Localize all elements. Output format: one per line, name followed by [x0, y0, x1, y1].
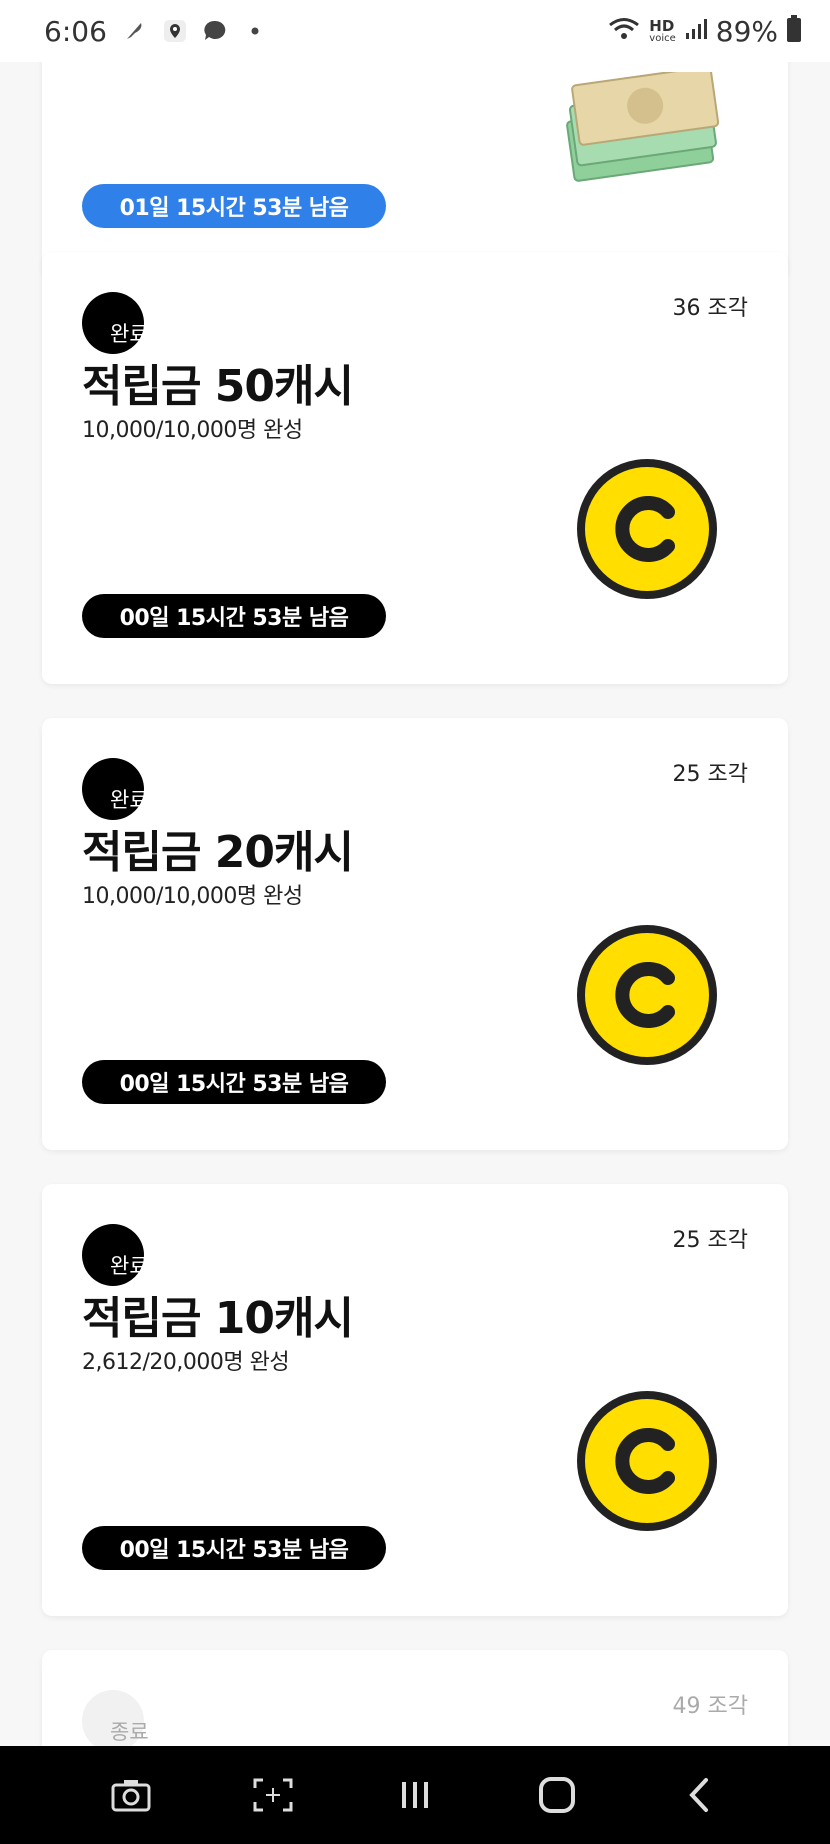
pieces-count: 49 조각 — [672, 1694, 748, 1719]
status-time: 6:06 — [44, 14, 107, 48]
battery-percent: 89% — [715, 14, 778, 48]
system-nav-bar — [0, 1746, 830, 1844]
signal-icon — [684, 17, 708, 45]
camera-icon[interactable] — [101, 1765, 161, 1825]
c-coin-icon — [576, 1390, 718, 1532]
status-label: 종료 — [110, 1720, 149, 1744]
scan-icon[interactable] — [243, 1765, 303, 1825]
map-pin-icon — [161, 17, 189, 45]
status-label: 완료 — [110, 322, 149, 346]
status-label: 완료 — [110, 788, 149, 812]
system-status: HD voice 89% — [607, 15, 802, 48]
reward-title: 적립금 10캐시 — [82, 1293, 354, 1344]
wifi-icon — [607, 16, 641, 46]
hd-label: HD — [649, 16, 675, 35]
time-remaining-pill: 00일 15시간 53분 남음 — [82, 1060, 386, 1104]
voice-label: voice — [649, 32, 676, 44]
reward-title: 적립금 20캐시 — [82, 827, 354, 878]
pieces-count: 25 조각 — [672, 762, 748, 787]
time-remaining-pill: 00일 15시간 53분 남음 — [82, 1526, 386, 1570]
reward-title: 적립금 50캐시 — [82, 361, 354, 412]
time-remaining-pill: 01일 15시간 53분 남음 — [82, 184, 386, 228]
hd-voice-icon: HD voice — [649, 16, 676, 44]
recents-icon[interactable] — [385, 1765, 445, 1825]
participants-progress: 10,000/10,000명 완성 — [82, 418, 303, 443]
event-card[interactable]: 완료 25 조각 적립금 10캐시 2,612/20,000명 완성 00일 1… — [42, 1184, 788, 1616]
notification-icons — [121, 17, 269, 45]
home-icon[interactable] — [527, 1765, 587, 1825]
cash-bills-icon — [548, 65, 728, 182]
time-remaining-pill: 00일 15시간 53분 남음 — [82, 594, 386, 638]
status-bar: 6:06 HD voice 89% — [0, 0, 830, 62]
event-card[interactable]: 종료 49 조각 — [42, 1650, 788, 1746]
event-card[interactable]: 완료 25 조각 적립금 20캐시 10,000/10,000명 완성 00일 … — [42, 718, 788, 1150]
chat-bubble-icon — [201, 17, 229, 45]
back-icon[interactable] — [669, 1765, 729, 1825]
c-coin-icon — [576, 924, 718, 1066]
c-coin-icon — [576, 458, 718, 600]
battery-icon — [786, 15, 802, 47]
more-dot-icon — [241, 17, 269, 45]
event-list[interactable]: 01일 15시간 53분 남음 완료 36 조각 적립금 50캐시 10,000… — [0, 62, 830, 1746]
status-label: 완료 — [110, 1254, 149, 1278]
event-card[interactable]: 완료 36 조각 적립금 50캐시 10,000/10,000명 완성 00일 … — [42, 252, 788, 684]
participants-progress: 10,000/10,000명 완성 — [82, 884, 303, 909]
event-card[interactable]: 01일 15시간 53분 남음 — [42, 62, 788, 278]
pieces-count: 25 조각 — [672, 1228, 748, 1253]
feather-icon — [121, 17, 149, 45]
pieces-count: 36 조각 — [672, 296, 748, 321]
participants-progress: 2,612/20,000명 완성 — [82, 1350, 290, 1375]
